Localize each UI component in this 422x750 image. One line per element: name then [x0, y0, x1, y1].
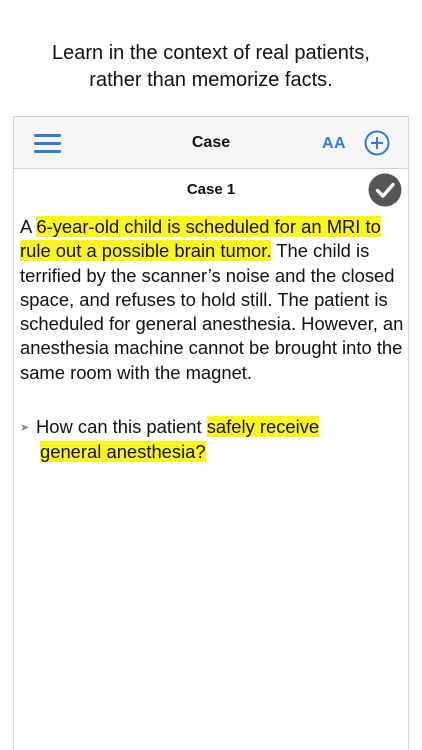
checkmark-circle-icon[interactable] — [368, 173, 402, 207]
app-screen: Case AA Case 1 A 6-year-old child is sch… — [13, 116, 409, 750]
add-circle-icon[interactable] — [364, 130, 390, 156]
case-description: A 6-year-old child is scheduled for an M… — [20, 215, 404, 385]
nav-title: Case — [191, 134, 231, 151]
case-text-rest: The child is terrified by the scanner’s … — [20, 240, 404, 383]
question-highlight-1: safely receive — [206, 416, 320, 437]
hamburger-menu-icon[interactable] — [34, 134, 61, 154]
case-question: ➤ How can this patient safely receive gen… — [20, 415, 404, 465]
question-highlight-2: general anesthesia? — [40, 441, 206, 463]
case-text-prefix: A — [20, 216, 37, 237]
caption-line-2: rather than memorize facts. — [89, 69, 333, 91]
caption-line-1: Learn in the context of real patients, — [52, 42, 370, 64]
promo-caption: Learn in the context of real patients, r… — [0, 40, 422, 94]
font-size-button[interactable]: AA — [322, 135, 346, 153]
case-title: Case 1 — [186, 181, 236, 198]
question-prefix: How can this patient — [36, 416, 207, 437]
bullet-arrow-icon: ➤ — [20, 422, 30, 434]
navigation-bar: Case AA — [14, 117, 408, 169]
